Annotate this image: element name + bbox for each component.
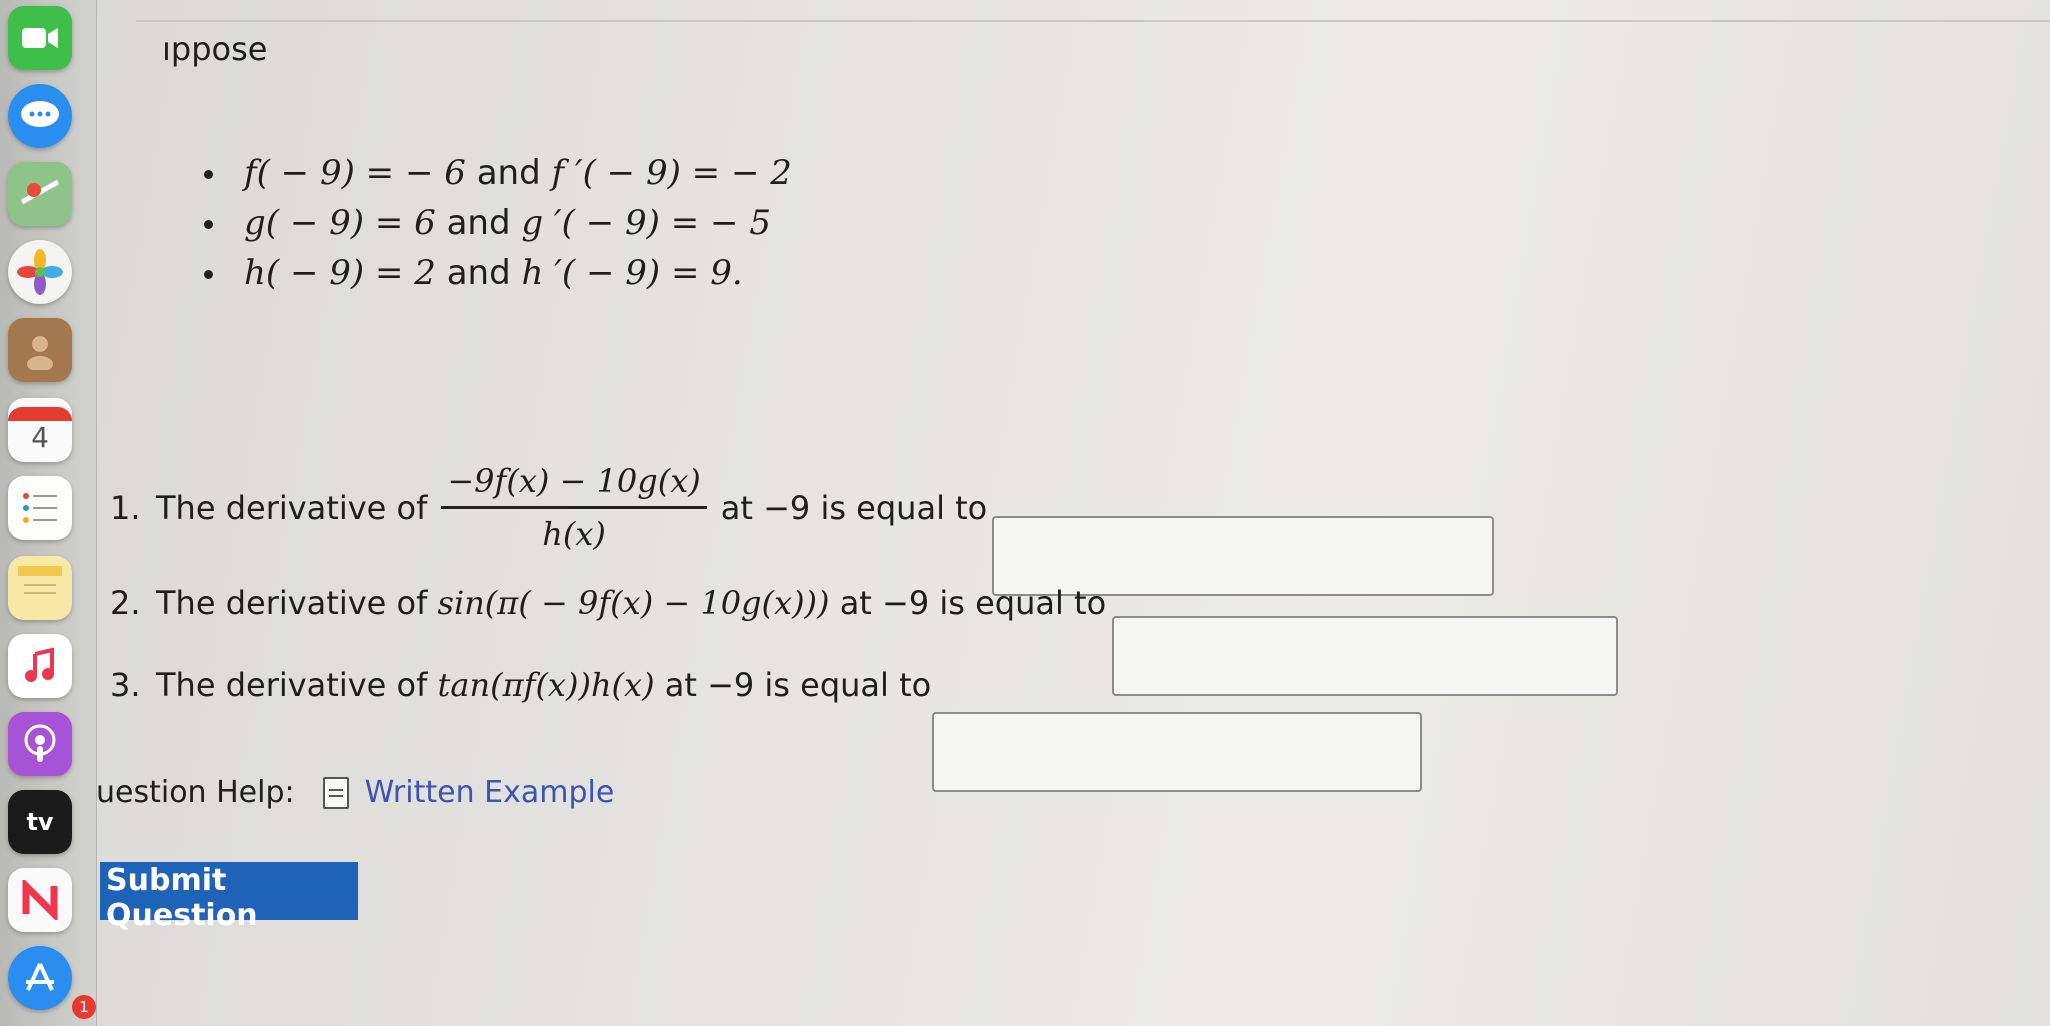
app-store-icon[interactable] bbox=[8, 946, 72, 1010]
tv-label: tv bbox=[26, 808, 54, 836]
given-h: h( − 9) = 2 and h ′( − 9) = 9. bbox=[196, 248, 792, 298]
given-g: g( − 9) = 6 and g ′( − 9) = − 5 bbox=[196, 198, 792, 248]
calendar-icon[interactable]: 4 bbox=[8, 398, 72, 462]
question-help-label: uestion Help: bbox=[96, 775, 295, 810]
written-example-link[interactable]: Written Example bbox=[365, 775, 615, 810]
facetime-icon[interactable] bbox=[8, 6, 72, 70]
contacts-icon[interactable] bbox=[8, 318, 72, 382]
maps-icon[interactable] bbox=[8, 162, 72, 226]
notification-badge: 1 bbox=[72, 995, 96, 1019]
podcasts-icon[interactable] bbox=[8, 712, 72, 776]
question-help: uestion Help: Written Example bbox=[96, 775, 614, 810]
question-1: 1. The derivative of −9f(x) − 10g(x) h(x… bbox=[110, 462, 988, 553]
tv-icon[interactable]: tv bbox=[8, 790, 72, 854]
messages-icon[interactable] bbox=[8, 84, 72, 148]
calendar-day: 4 bbox=[31, 420, 49, 454]
reminders-icon[interactable] bbox=[8, 476, 72, 540]
news-icon[interactable] bbox=[8, 868, 72, 932]
problem-heading: ıppose bbox=[162, 30, 268, 68]
question-page: ıppose f( − 9) = − 6 and f ′( − 9) = − 2… bbox=[96, 0, 2050, 1026]
submit-question-button[interactable]: Submit Question bbox=[100, 862, 358, 933]
question-1-fraction: −9f(x) − 10g(x) h(x) bbox=[441, 462, 707, 553]
music-icon[interactable] bbox=[8, 634, 72, 698]
document-icon bbox=[322, 776, 349, 809]
given-f: f( − 9) = − 6 and f ′( − 9) = − 2 bbox=[196, 148, 792, 198]
notes-icon[interactable] bbox=[8, 556, 72, 620]
given-values-list: f( − 9) = − 6 and f ′( − 9) = − 2 g( − 9… bbox=[196, 148, 792, 298]
question-3: 3. The derivative of tan(πf(x))h(x) at −… bbox=[110, 666, 932, 704]
header-divider bbox=[136, 0, 2050, 22]
photos-icon[interactable] bbox=[8, 240, 72, 304]
dock: 4 tv 1 bbox=[0, 0, 97, 1026]
question-2: 2. The derivative of sin(π( − 9f(x) − 10… bbox=[110, 584, 1107, 622]
answer-input-2[interactable] bbox=[1112, 616, 1618, 696]
answer-input-3[interactable] bbox=[932, 712, 1422, 792]
